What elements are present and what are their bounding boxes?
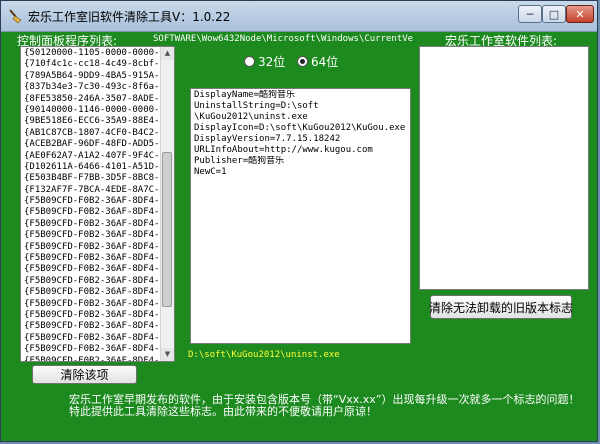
list-item[interactable]: {90140000-1146-0000-0000-00 bbox=[24, 105, 160, 116]
clean-old-version-button[interactable]: 清除无法卸载的旧版本标志 bbox=[429, 295, 573, 319]
list-item[interactable]: {F5B09CFD-F0B2-36AF-8DF4-1D bbox=[24, 321, 160, 332]
list-item[interactable]: {F5B09CFD-F0B2-36AF-8DF4-1D bbox=[24, 264, 160, 275]
radio-32bit-indicator bbox=[244, 56, 255, 67]
info-note: 宏乐工作室早期发布的软件，由于安装包含版本号（带“Vxx.xx”）出现每升级一次… bbox=[69, 394, 579, 418]
detail-line: URLInfoAbout=http://www.kugou.com bbox=[194, 145, 373, 155]
scroll-down-arrow-icon[interactable]: ▼ bbox=[161, 348, 174, 361]
list-item[interactable]: {837b34e3-7c30-493c-8f6a-2b bbox=[24, 82, 160, 93]
main-panel: 控制面板程序列表: SOFTWARE\Wow6432Node\Microsoft… bbox=[5, 32, 595, 439]
radio-32bit[interactable]: 32位 bbox=[244, 53, 285, 70]
maximize-button[interactable]: □ bbox=[542, 5, 566, 23]
radio-64bit-label: 64位 bbox=[311, 55, 339, 69]
close-button[interactable]: ✕ bbox=[566, 5, 594, 23]
scroll-thumb[interactable] bbox=[162, 152, 172, 307]
list-item[interactable]: {F5B09CFD-F0B2-36AF-8DF4-1D bbox=[24, 276, 160, 287]
detail-line: DisplayVersion=7.7.15.18242 bbox=[194, 134, 341, 144]
note-line-2: 特此提供此工具清除这些标志。由此带来的不便敬请用户原谅！ bbox=[69, 405, 377, 418]
list-item[interactable]: {F5B09CFD-F0B2-36AF-8DF4-1D bbox=[24, 287, 160, 298]
detail-line: Publisher=酷狗音乐 bbox=[194, 156, 285, 166]
registry-path-label: SOFTWARE\Wow6432Node\Microsoft\Windows\C… bbox=[153, 34, 413, 44]
radio-32bit-label: 32位 bbox=[258, 55, 286, 69]
detail-line: UninstallString=D:\soft bbox=[194, 101, 319, 111]
list-item[interactable]: {F5B09CFD-F0B2-36AF-8DF4-1D bbox=[24, 344, 160, 355]
list-item[interactable]: {ACEB2BAF-96DF-48FD-ADD5-43 bbox=[24, 139, 160, 150]
scroll-up-arrow-icon[interactable]: ▲ bbox=[161, 47, 174, 60]
list-item[interactable]: {710f4c1c-cc18-4c49-8cbf-51 bbox=[24, 59, 160, 70]
list-item[interactable]: {F5B09CFD-F0B2-36AF-8DF4-1D bbox=[24, 356, 160, 361]
list-item[interactable]: {9BE518E6-ECC6-35A9-88E4-87 bbox=[24, 116, 160, 127]
list-item[interactable]: {AE0F62A7-A1A2-407F-9F4C-48 bbox=[24, 151, 160, 162]
detail-line: DisplayIcon=D:\soft\KuGou2012\KuGou.exe bbox=[194, 123, 406, 133]
uninstall-path-status: D:\soft\KuGou2012\uninst.exe bbox=[188, 350, 340, 360]
list-item[interactable]: {F5B09CFD-F0B2-36AF-8DF4-1D bbox=[24, 196, 160, 207]
list-item[interactable]: {F5B09CFD-F0B2-36AF-8DF4-1D bbox=[24, 242, 160, 253]
radio-64bit[interactable]: 64位 bbox=[297, 53, 338, 70]
broom-icon bbox=[9, 9, 22, 24]
list-item[interactable]: {8FE53850-246A-3507-8ADE-00 bbox=[24, 94, 160, 105]
list-item[interactable]: {F5B09CFD-F0B2-36AF-8DF4-1D bbox=[24, 310, 160, 321]
list-item[interactable]: {F132AF7F-7BCA-4EDE-8A7C-95 bbox=[24, 185, 160, 196]
list-item[interactable]: {F5B09CFD-F0B2-36AF-8DF4-1D bbox=[24, 219, 160, 230]
program-listbox[interactable]: {50120000-1105-0000-0000-00 {710f4c1c-cc1… bbox=[20, 46, 175, 362]
radio-64bit-indicator bbox=[297, 56, 308, 67]
list-item[interactable]: {F5B09CFD-F0B2-36AF-8DF4-1D bbox=[24, 253, 160, 264]
detail-line: NewC=1 bbox=[194, 167, 227, 177]
list-item[interactable]: {F5B09CFD-F0B2-36AF-8DF4-1D bbox=[24, 230, 160, 241]
title-bar[interactable]: 宏乐工作室旧软件清除工具V：1.0.22 ─ □ ✕ bbox=[1, 1, 597, 32]
program-details-box[interactable]: DisplayName=酷狗音乐 UninstallString=D:\soft \… bbox=[190, 88, 411, 344]
list-scrollbar[interactable]: ▲ ▼ bbox=[160, 47, 174, 361]
list-item[interactable]: {F5B09CFD-F0B2-36AF-8DF4-1D bbox=[24, 299, 160, 310]
list-item[interactable]: {F5B09CFD-F0B2-36AF-8DF4-1D bbox=[24, 207, 160, 218]
detail-line: \KuGou2012\uninst.exe bbox=[194, 112, 308, 122]
software-listbox[interactable] bbox=[419, 46, 589, 290]
list-item[interactable]: {AB1C87CB-1807-4CF0-B4C2-CE bbox=[24, 128, 160, 139]
list-item[interactable]: {789A5B64-9DD9-4BA5-915A-F0 bbox=[24, 71, 160, 82]
detail-line: DisplayName=酷狗音乐 bbox=[194, 90, 296, 100]
list-item[interactable]: {E503B4BF-F7BB-3D5F-8BC8-F6 bbox=[24, 173, 160, 184]
list-item[interactable]: {F5B09CFD-F0B2-36AF-8DF4-1D bbox=[24, 333, 160, 344]
delete-item-button[interactable]: 清除该项 bbox=[32, 365, 137, 384]
list-item[interactable]: {D102611A-6466-4101-A51D-51 bbox=[24, 162, 160, 173]
minimize-button[interactable]: ─ bbox=[518, 5, 542, 23]
app-window: 宏乐工作室旧软件清除工具V：1.0.22 ─ □ ✕ 控制面板程序列表: SOF… bbox=[0, 0, 598, 442]
window-title: 宏乐工作室旧软件清除工具V：1.0.22 bbox=[28, 10, 231, 24]
list-item[interactable]: {50120000-1105-0000-0000-00 bbox=[24, 48, 160, 59]
program-list-items: {50120000-1105-0000-0000-00 {710f4c1c-cc1… bbox=[24, 48, 160, 361]
